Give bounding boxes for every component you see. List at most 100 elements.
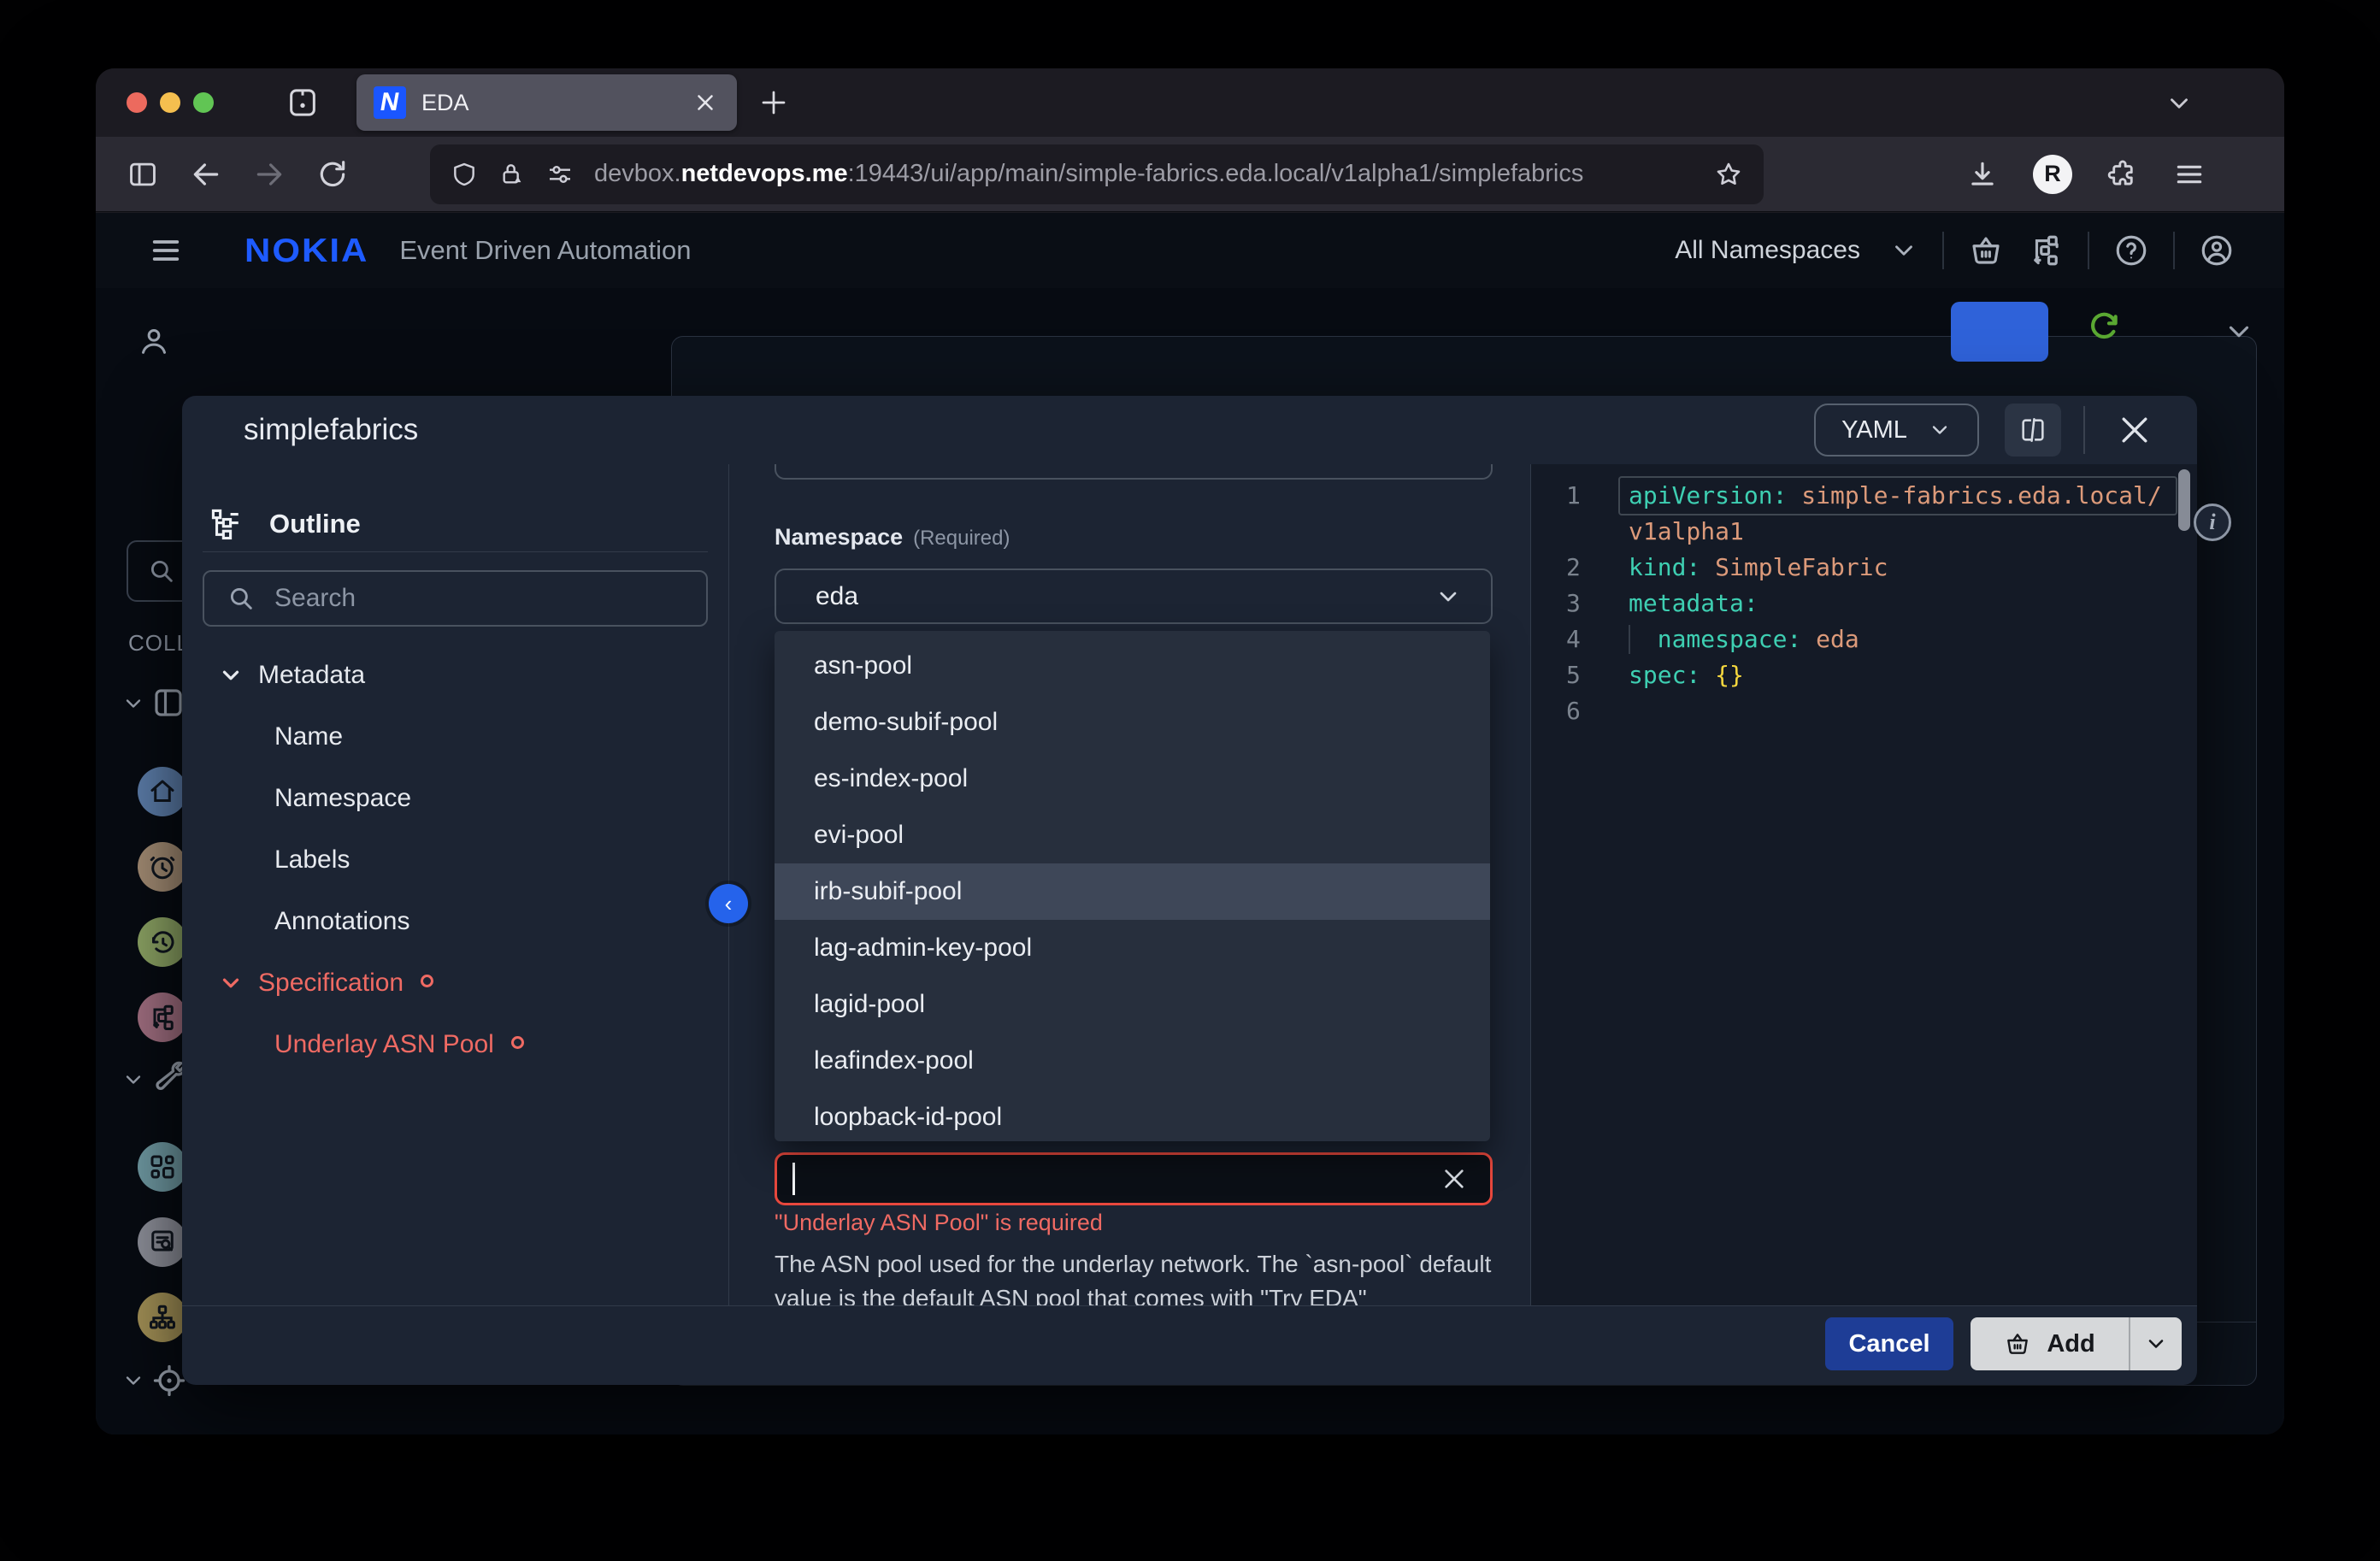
profile-avatar[interactable]: R xyxy=(2033,154,2072,194)
dropdown-option-label: leafindex-pool xyxy=(814,1046,974,1075)
collapse-outline-button[interactable]: ‹ xyxy=(709,884,748,923)
divider xyxy=(1942,232,1944,269)
dropdown-option[interactable]: lagid-pool xyxy=(775,976,1490,1033)
yaml-line: 1 apiVersion: simple-fabrics.eda.local/ xyxy=(1530,478,2197,514)
browser-toolbar: devbox.netdevops.me:19443/ui/app/main/si… xyxy=(96,137,2284,212)
macos-zoom-button[interactable] xyxy=(193,92,214,113)
split-view-button[interactable] xyxy=(2005,404,2061,457)
cancel-button[interactable]: Cancel xyxy=(1825,1317,1953,1370)
chevron-down-icon[interactable] xyxy=(121,1369,145,1393)
sidebar-toggle-icon[interactable] xyxy=(127,158,159,191)
line-number: 2 xyxy=(1566,553,1581,581)
modal-footer: Cancel Add xyxy=(182,1305,2197,1385)
firefox-view-icon[interactable] xyxy=(286,85,320,120)
permissions-toggles-icon[interactable] xyxy=(546,161,574,188)
dropdown-option-label: loopback-id-pool xyxy=(814,1103,1003,1131)
tab-list-chevron-icon[interactable] xyxy=(2165,89,2194,118)
outline-tree-item[interactable]: Metadata xyxy=(182,645,728,706)
browser-tab[interactable]: N EDA xyxy=(356,74,737,131)
yaml-editor[interactable]: 1 apiVersion: simple-fabrics.eda.local/ … xyxy=(1530,464,2197,1305)
name-input-partial[interactable] xyxy=(775,464,1493,480)
macos-close-button[interactable] xyxy=(127,92,147,113)
menu-hamburger-icon[interactable] xyxy=(2173,158,2206,191)
basket-icon[interactable] xyxy=(1968,233,2004,268)
outline-header: Outline xyxy=(208,505,361,543)
dropdown-option[interactable]: loopback-id-pool xyxy=(775,1089,1490,1146)
namespace-select[interactable]: eda xyxy=(775,568,1493,624)
dropdown-option-label: demo-subif-pool xyxy=(814,708,999,736)
divider xyxy=(1530,464,1531,1305)
topology-hierarchy-icon[interactable] xyxy=(138,1293,187,1342)
app-menu-icon[interactable] xyxy=(149,233,183,268)
yaml-line: v1alpha1 xyxy=(1530,514,2197,550)
address-bar[interactable]: devbox.netdevops.me:19443/ui/app/main/si… xyxy=(430,144,1764,204)
history-icon[interactable] xyxy=(138,917,187,967)
chevron-down-icon xyxy=(218,970,244,996)
text-cursor xyxy=(792,1163,795,1195)
macos-minimize-button[interactable] xyxy=(160,92,180,113)
lock-warning-icon[interactable] xyxy=(498,161,526,188)
new-tab-button[interactable] xyxy=(758,87,789,118)
yaml-code: 1 apiVersion: simple-fabrics.eda.local/ … xyxy=(1530,478,2197,729)
dropdown-option[interactable]: demo-subif-pool xyxy=(775,694,1490,751)
shield-icon[interactable] xyxy=(451,161,478,188)
dropdown-option[interactable]: asn-pool xyxy=(775,638,1490,694)
underlay-asn-pool-input[interactable] xyxy=(775,1152,1493,1205)
tree-item-label: Namespace xyxy=(274,784,412,812)
close-icon[interactable] xyxy=(2116,411,2153,449)
namespace-selector[interactable]: All Namespaces xyxy=(1675,236,1860,265)
chevron-down-icon[interactable] xyxy=(1889,236,1918,265)
editor-scrollbar-thumb[interactable] xyxy=(2178,469,2190,531)
collapse-panel-chevron-icon[interactable] xyxy=(2223,315,2255,348)
outline-tree-icon xyxy=(211,509,239,540)
chevron-down-icon[interactable] xyxy=(121,1068,145,1092)
dropdown-option[interactable]: es-index-pool xyxy=(775,751,1490,807)
browser-tab-bar: N EDA xyxy=(96,68,2284,137)
create-button-partial[interactable] xyxy=(1951,302,2048,362)
outline-tree-item[interactable]: Annotations xyxy=(182,891,728,952)
dropdown-option-label: irb-subif-pool xyxy=(814,877,963,905)
info-icon[interactable]: i xyxy=(2194,504,2231,541)
extensions-puzzle-icon[interactable] xyxy=(2106,158,2139,191)
outline-tree-item[interactable]: Specification xyxy=(182,952,728,1014)
simplefabrics-modal: simplefabrics YAML Outline Search Metada… xyxy=(182,396,2231,1385)
downloads-icon[interactable] xyxy=(1966,158,1999,191)
person-icon[interactable] xyxy=(137,324,171,358)
dropdown-option[interactable]: leafindex-pool xyxy=(775,1033,1490,1089)
yaml-line: 4 namespace: eda xyxy=(1530,621,2197,657)
chevron-down-icon[interactable] xyxy=(121,692,145,716)
outline-tree-item[interactable]: Underlay ASN Pool xyxy=(182,1014,728,1075)
add-options-chevron[interactable] xyxy=(2129,1317,2182,1370)
reload-icon[interactable] xyxy=(316,158,349,191)
divider xyxy=(203,551,708,552)
bookmark-star-icon[interactable] xyxy=(1714,160,1743,189)
home-icon[interactable] xyxy=(138,767,187,816)
chevron-down-icon xyxy=(1440,592,1457,601)
line-number: 3 xyxy=(1566,589,1581,617)
outline-search-input[interactable] xyxy=(274,584,694,613)
document-search-icon[interactable] xyxy=(138,1217,187,1267)
user-account-icon[interactable] xyxy=(2199,233,2235,268)
back-icon[interactable] xyxy=(190,158,222,191)
transactions-flow-icon[interactable] xyxy=(2028,233,2064,268)
outline-tree-item[interactable]: Namespace xyxy=(182,768,728,829)
components-grid-icon[interactable] xyxy=(138,1142,187,1192)
tab-close-icon[interactable] xyxy=(692,90,718,115)
book-icon[interactable] xyxy=(150,685,186,721)
forward-icon[interactable] xyxy=(253,158,286,191)
dropdown-option[interactable]: evi-pool xyxy=(775,807,1490,863)
dropdown-option[interactable]: lag-admin-key-pool xyxy=(775,920,1490,976)
refresh-arc-icon[interactable] xyxy=(2086,307,2122,343)
help-icon[interactable] xyxy=(2113,233,2149,268)
outline-tree-item[interactable]: Labels xyxy=(182,829,728,891)
workflows-icon[interactable] xyxy=(138,993,187,1042)
basket-icon xyxy=(2007,1334,2029,1354)
outline-tree-item[interactable]: Name xyxy=(182,706,728,768)
format-select[interactable]: YAML xyxy=(1814,404,1979,457)
outline-panel: Outline Metadata Name Namespace Labels xyxy=(182,464,728,1305)
outline-search[interactable] xyxy=(203,570,708,627)
clear-x-icon[interactable] xyxy=(1440,1165,1468,1193)
add-button[interactable]: Add xyxy=(1971,1317,2129,1370)
alarm-clock-icon[interactable] xyxy=(138,842,187,892)
dropdown-option[interactable]: irb-subif-pool xyxy=(775,863,1490,920)
